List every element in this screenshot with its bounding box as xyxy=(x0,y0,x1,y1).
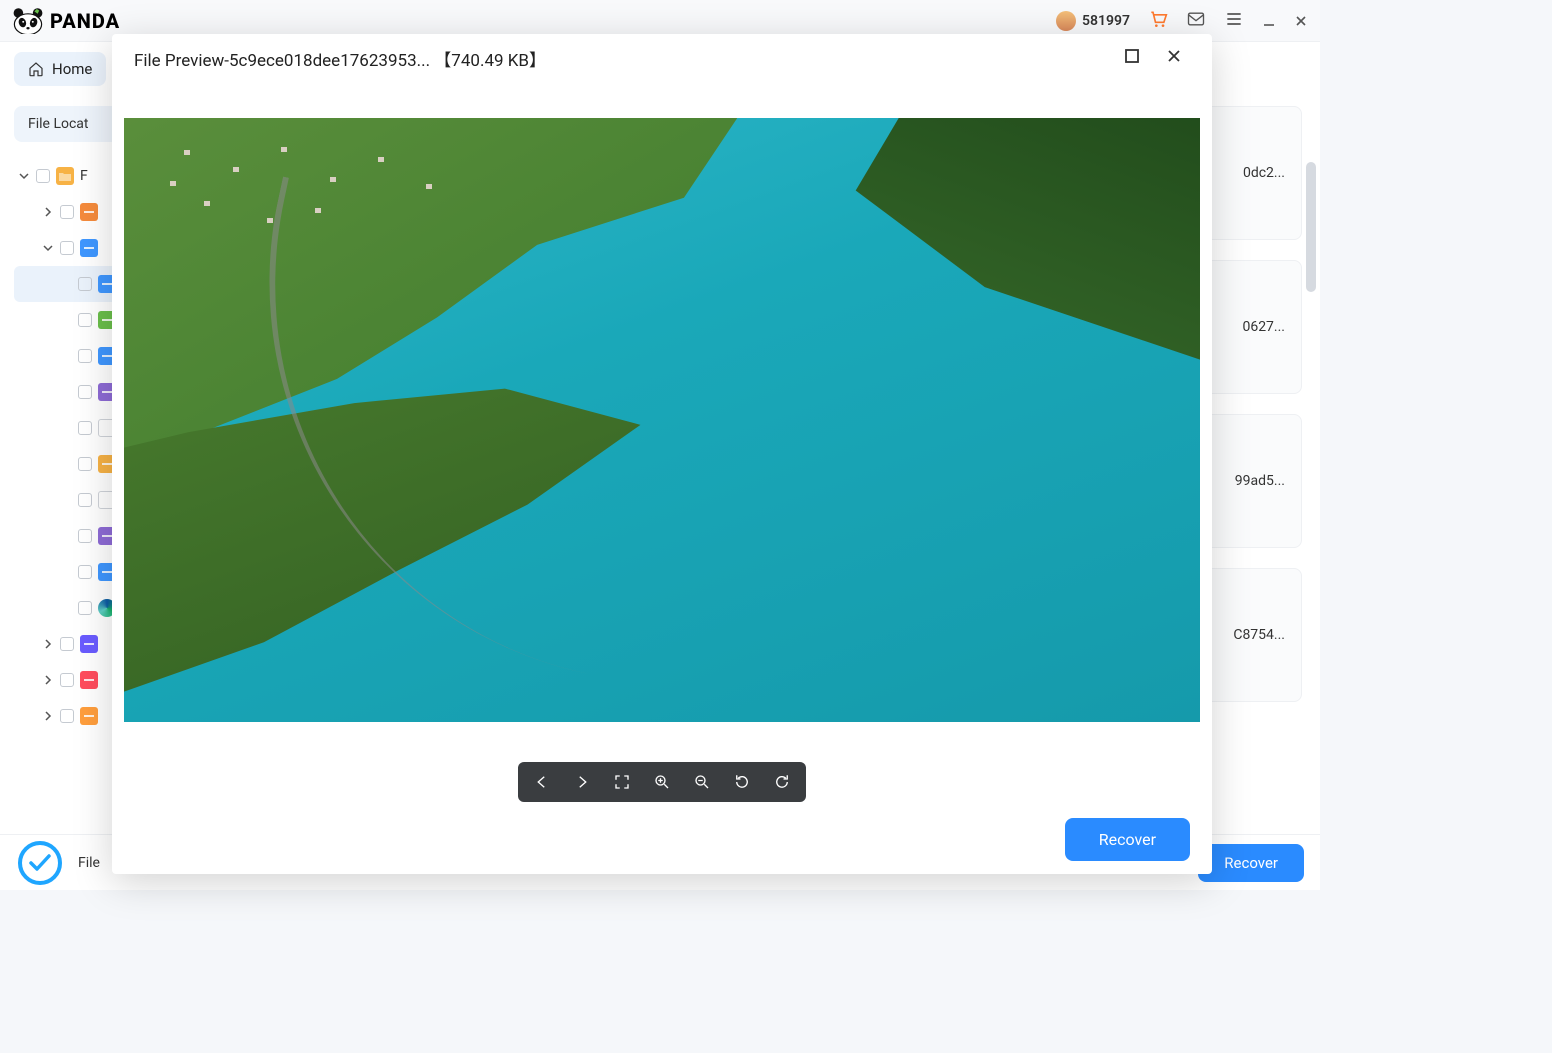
preview-header: File Preview-5c9ece018dee17623953... 【74… xyxy=(112,34,1212,82)
caret-spacer xyxy=(60,458,72,470)
caret-spacer xyxy=(60,314,72,326)
rotate-left-icon[interactable] xyxy=(728,768,756,796)
checkbox[interactable] xyxy=(78,385,92,399)
user-id: 581997 xyxy=(1082,13,1130,29)
next-icon[interactable] xyxy=(568,768,596,796)
recover-button[interactable]: Recover xyxy=(1198,844,1304,882)
chevron-right-icon[interactable] xyxy=(42,674,54,686)
cart-icon[interactable] xyxy=(1148,9,1168,33)
checkbox[interactable] xyxy=(78,277,92,291)
chevron-right-icon[interactable] xyxy=(42,206,54,218)
prev-icon[interactable] xyxy=(528,768,556,796)
mail-icon[interactable] xyxy=(1186,9,1206,33)
doc-icon xyxy=(80,203,98,221)
card-filename: 0dc2... xyxy=(1243,165,1285,181)
chevron-down-icon[interactable] xyxy=(18,170,30,182)
minimize-button[interactable] xyxy=(1262,14,1276,28)
checkbox[interactable] xyxy=(60,709,74,723)
rotate-right-icon[interactable] xyxy=(768,768,796,796)
close-button[interactable] xyxy=(1294,14,1308,28)
preview-title: File Preview-5c9ece018dee17623953... 【74… xyxy=(134,46,546,71)
preview-dialog: File Preview-5c9ece018dee17623953... 【74… xyxy=(112,34,1212,874)
card-filename: 99ad5... xyxy=(1235,473,1285,489)
caret-spacer xyxy=(60,386,72,398)
folder-icon xyxy=(56,167,74,185)
zoom-out-icon[interactable] xyxy=(688,768,716,796)
caret-spacer xyxy=(60,350,72,362)
checkbox[interactable] xyxy=(36,169,50,183)
panda-icon xyxy=(12,8,44,34)
caret-spacer xyxy=(60,602,72,614)
card-filename: C8754... xyxy=(1233,627,1285,643)
zoom-in-icon[interactable] xyxy=(648,768,676,796)
caret-spacer xyxy=(60,566,72,578)
checkbox[interactable] xyxy=(78,457,92,471)
checkbox[interactable] xyxy=(78,313,92,327)
home-label: Home xyxy=(52,60,92,78)
caret-spacer xyxy=(60,530,72,542)
image-icon xyxy=(80,239,98,257)
preview-toolbar xyxy=(112,760,1212,804)
preview-image xyxy=(124,118,1200,722)
preview-maximize-button[interactable] xyxy=(1116,44,1148,72)
fullscreen-icon[interactable] xyxy=(608,768,636,796)
home-button[interactable]: Home xyxy=(14,52,106,86)
app-window: PANDA 581997 xyxy=(0,0,1320,890)
checkbox[interactable] xyxy=(60,637,74,651)
chevron-down-icon[interactable] xyxy=(42,242,54,254)
video-icon xyxy=(80,635,98,653)
status-text: File xyxy=(78,855,100,871)
card-filename: 0627... xyxy=(1242,319,1285,335)
preview-recover-button[interactable]: Recover xyxy=(1065,818,1190,861)
chevron-right-icon[interactable] xyxy=(42,638,54,650)
topbar-actions: 581997 xyxy=(1056,9,1308,33)
caret-spacer xyxy=(60,494,72,506)
checkbox[interactable] xyxy=(78,421,92,435)
preview-close-button[interactable] xyxy=(1158,44,1190,72)
tree-label: F xyxy=(80,168,88,184)
checkbox[interactable] xyxy=(78,565,92,579)
brand-text: PANDA xyxy=(50,9,120,33)
caret-spacer xyxy=(60,422,72,434)
audio-icon xyxy=(80,671,98,689)
checkbox[interactable] xyxy=(78,493,92,507)
progress-ring-icon xyxy=(16,839,64,887)
other-icon xyxy=(80,707,98,725)
app-logo: PANDA xyxy=(12,8,120,34)
checkbox[interactable] xyxy=(60,673,74,687)
chevron-right-icon[interactable] xyxy=(42,710,54,722)
checkbox[interactable] xyxy=(78,349,92,363)
checkbox[interactable] xyxy=(60,205,74,219)
checkbox[interactable] xyxy=(78,529,92,543)
scrollbar[interactable] xyxy=(1306,162,1316,292)
caret-spacer xyxy=(60,278,72,290)
checkbox[interactable] xyxy=(60,241,74,255)
hamburger-icon[interactable] xyxy=(1224,9,1244,33)
avatar-icon xyxy=(1056,11,1076,31)
checkbox[interactable] xyxy=(78,601,92,615)
user-chip[interactable]: 581997 xyxy=(1056,11,1130,31)
home-icon xyxy=(28,61,44,77)
